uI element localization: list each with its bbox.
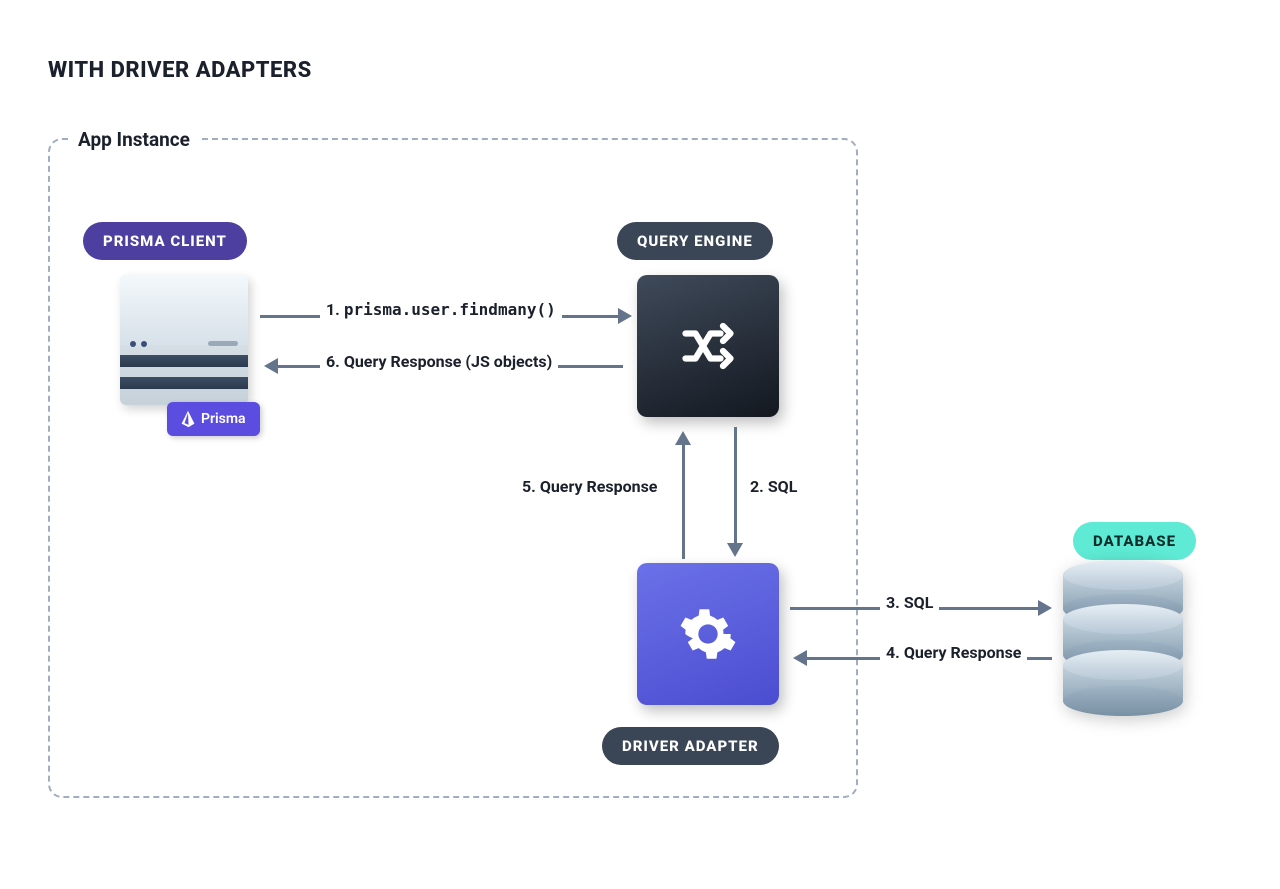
flow-6-label: 6. Query Response (JS objects) — [320, 352, 558, 371]
database-icon — [1063, 575, 1183, 701]
diagram-title: WITH DRIVER ADAPTERS — [48, 58, 312, 83]
database-pill: DATABASE — [1073, 522, 1196, 560]
prisma-client-pill: PRISMA CLIENT — [83, 222, 247, 260]
query-engine-pill: QUERY ENGINE — [617, 222, 773, 260]
prisma-badge-label: Prisma — [201, 411, 246, 427]
arrow-head-flow-5 — [675, 431, 691, 445]
gear-icon — [679, 605, 737, 663]
flow-2-label: 2. SQL — [750, 477, 797, 496]
app-instance-label: App Instance — [68, 128, 200, 151]
arrow-head-flow-1 — [618, 308, 632, 324]
arrow-head-flow-2 — [727, 543, 743, 557]
driver-adapter-pill: DRIVER ADAPTER — [602, 727, 779, 765]
arrow-head-flow-6 — [264, 358, 278, 374]
flow-1-label: 1. prisma.user.findmany() — [320, 300, 562, 319]
server-icon — [120, 275, 248, 405]
flow-5-label: 5. Query Response — [522, 477, 657, 496]
query-engine-box — [637, 275, 779, 417]
shuffle-icon — [678, 316, 738, 376]
prisma-badge: Prisma — [167, 402, 260, 436]
arrow-flow-5 — [682, 444, 685, 559]
flow-3-label: 3. SQL — [880, 593, 939, 612]
flow-4-label: 4. Query Response — [880, 643, 1027, 662]
driver-adapter-box — [637, 563, 779, 705]
arrow-head-flow-4 — [793, 650, 807, 666]
arrow-head-flow-3 — [1038, 600, 1052, 616]
prisma-logo-icon — [181, 410, 195, 428]
arrow-flow-2 — [734, 427, 737, 545]
